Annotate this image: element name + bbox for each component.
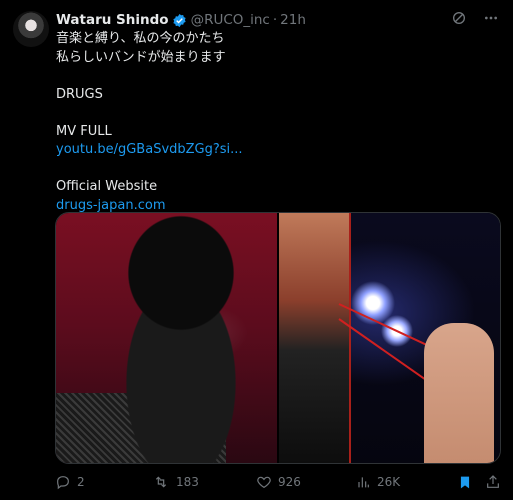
photo-detail [116,213,246,343]
tweet-line: DRUGS [56,86,103,102]
bookmark-button[interactable] [458,472,472,492]
reply-icon [55,474,71,490]
verified-badge-icon[interactable] [172,13,187,28]
mv-link[interactable]: youtu.be/gGBaSvdbZGg?si... [56,141,496,160]
media-photo-1[interactable] [56,213,277,463]
share-icon [485,474,501,490]
media-grid [55,212,501,464]
tweet-line: MV FULL [56,123,112,139]
more-icon[interactable] [483,10,499,26]
media-photo-2[interactable] [278,213,500,463]
tweet-time[interactable]: 21h [280,12,306,28]
share-button[interactable] [485,472,501,492]
retweet-icon [152,474,170,490]
retweet-button[interactable]: 183 [152,472,199,492]
views-button[interactable]: 26K [355,472,400,492]
retweet-count: 183 [176,475,199,489]
views-icon [355,474,371,490]
like-icon [256,474,272,490]
photo-detail [423,323,494,463]
tweet-top-icons [451,10,499,26]
avatar[interactable] [13,11,49,47]
like-count: 926 [278,475,301,489]
tweet-text: 音楽と縛り、私の今のかたち 私らしいバンドが始まります DRUGS MV FUL… [56,30,496,215]
reply-count: 2 [77,475,85,489]
like-button[interactable]: 926 [256,472,301,492]
action-bar: 2 183 926 26K [55,472,505,492]
bookmark-icon [458,474,472,491]
author-handle[interactable]: @RUCO_inc [191,12,270,28]
photo-detail [278,213,351,463]
tweet-line: Official Website [56,179,158,194]
views-count: 26K [377,475,401,489]
separator-dot: · [272,12,278,28]
tweet-line: 音楽と縛り、私の今のかたち [56,31,225,46]
author-name[interactable]: Wataru Shindo [56,12,169,28]
reply-button[interactable]: 2 [55,472,85,492]
tweet-line: 私らしいバンドが始まります [56,49,226,65]
tweet-header: Wataru Shindo @RUCO_inc · 21h [56,10,306,30]
grok-icon[interactable] [451,10,467,26]
